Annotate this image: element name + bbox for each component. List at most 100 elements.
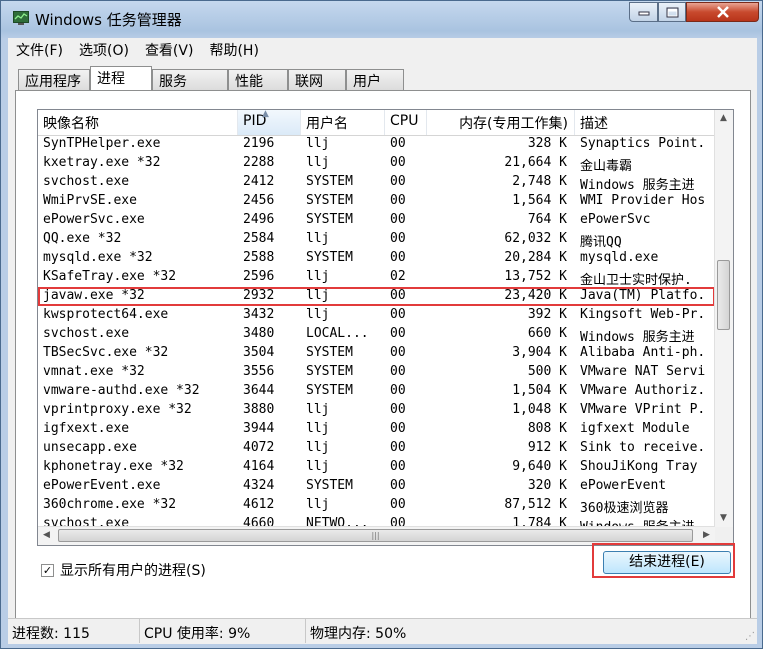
- table-row[interactable]: unsecapp.exe 4072 llj 00 912 K Sink to receiv…: [38, 439, 715, 458]
- process-description: Java(TM) Platfo.: [580, 288, 706, 303]
- tab-processes[interactable]: 进程: [90, 66, 152, 90]
- scroll-left-icon[interactable]: ◀: [38, 527, 55, 544]
- process-name: WmiPrvSE.exe: [43, 193, 137, 208]
- table-row[interactable]: vmnat.exe *32 3556 SYSTEM 00 500 K VMware NAT…: [38, 363, 715, 382]
- process-cpu: 00: [390, 212, 406, 227]
- menu-bar: 文件(F) 选项(O) 查看(V) 帮助(H): [8, 38, 757, 60]
- maximize-button[interactable]: [658, 2, 686, 22]
- process-user: SYSTEM: [306, 345, 353, 360]
- process-cpu: 00: [390, 193, 406, 208]
- table-row[interactable]: 360chrome.exe *32 4612 llj 00 87,512 K 360极速浏…: [38, 496, 715, 515]
- tab-applications[interactable]: 应用程序: [18, 69, 90, 90]
- resize-grip-icon[interactable]: ⋰: [745, 631, 755, 642]
- vertical-scroll-thumb[interactable]: [717, 260, 730, 330]
- process-pid: 2588: [243, 250, 275, 265]
- process-user: SYSTEM: [306, 174, 353, 189]
- process-cpu: 00: [390, 136, 406, 151]
- process-user: llj: [306, 307, 330, 322]
- process-name: kphonetray.exe *32: [43, 459, 184, 474]
- column-memory[interactable]: 内存(专用工作集): [427, 110, 575, 135]
- process-user: llj: [306, 269, 330, 284]
- tab-networking[interactable]: 联网: [288, 69, 346, 90]
- process-cpu: 00: [390, 497, 406, 512]
- process-pid: 2596: [243, 269, 275, 284]
- close-button[interactable]: [686, 2, 759, 22]
- column-image-name[interactable]: 映像名称: [38, 110, 238, 135]
- process-list[interactable]: 映像名称 ▲ PID 用户名 CPU 内存(专用工作集) 描述 SynTPHelp…: [37, 109, 734, 546]
- process-pid: 3556: [243, 364, 275, 379]
- task-manager-window: Windows 任务管理器 文件(F) 选项(O) 查看(V) 帮助(H) 应用…: [0, 0, 763, 649]
- process-cpu: 00: [390, 402, 406, 417]
- tab-services[interactable]: 服务: [152, 69, 228, 90]
- scroll-right-icon[interactable]: ▶: [698, 527, 715, 544]
- tab-performance[interactable]: 性能: [228, 69, 288, 90]
- table-row[interactable]: SynTPHelper.exe 2196 llj 00 328 K Synaptics P…: [38, 135, 715, 154]
- table-row[interactable]: ePowerEvent.exe 4324 SYSTEM 00 320 K ePowerEv…: [38, 477, 715, 496]
- table-row[interactable]: svchost.exe 2412 SYSTEM 00 2,748 K Windows 服务…: [38, 173, 715, 192]
- minimize-button[interactable]: [629, 2, 658, 22]
- table-row[interactable]: WmiPrvSE.exe 2456 SYSTEM 00 1,564 K WMI Provi…: [38, 192, 715, 211]
- table-row[interactable]: KSafeTray.exe *32 2596 llj 02 13,752 K 金山卫士实时…: [38, 268, 715, 287]
- menu-view[interactable]: 查看(V): [137, 38, 202, 60]
- menu-file[interactable]: 文件(F): [8, 38, 71, 60]
- table-row[interactable]: svchost.exe 3480 LOCAL... 00 660 K Windows 服务…: [38, 325, 715, 344]
- process-cpu: 00: [390, 231, 406, 246]
- horizontal-scroll-thumb[interactable]: |||: [58, 529, 693, 542]
- process-memory: 392 K: [527, 307, 567, 322]
- process-rows: SynTPHelper.exe 2196 llj 00 328 K Synaptics P…: [38, 135, 715, 534]
- table-row[interactable]: kxetray.exe *32 2288 llj 00 21,664 K 金山毒霸: [38, 154, 715, 173]
- show-all-users-checkbox[interactable]: ✓: [41, 563, 54, 577]
- column-pid[interactable]: ▲ PID: [238, 110, 301, 135]
- menu-options[interactable]: 选项(O): [71, 38, 137, 60]
- process-description: Windows 服务主进: [580, 330, 695, 344]
- process-memory: 764 K: [527, 212, 567, 227]
- table-row-selected[interactable]: javaw.exe *32 2932 llj 00 23,420 K Java(TM) P…: [38, 287, 715, 306]
- table-row[interactable]: igfxext.exe 3944 llj 00 808 K igfxext Module: [38, 420, 715, 439]
- process-user: llj: [306, 421, 330, 436]
- process-cpu: 00: [390, 155, 406, 170]
- process-description: ShouJiKong Tray: [580, 459, 698, 474]
- tab-users[interactable]: 用户: [346, 69, 404, 90]
- process-cpu: 00: [390, 440, 406, 455]
- scroll-up-icon[interactable]: ▲: [715, 110, 732, 127]
- process-name: KSafeTray.exe *32: [43, 269, 177, 284]
- table-row[interactable]: mysqld.exe *32 2588 SYSTEM 00 20,284 K mysqld…: [38, 249, 715, 268]
- end-process-button[interactable]: 结束进程(E): [603, 551, 731, 574]
- process-user: SYSTEM: [306, 193, 353, 208]
- process-pid: 2412: [243, 174, 275, 189]
- table-row[interactable]: ePowerSvc.exe 2496 SYSTEM 00 764 K ePowerSvc: [38, 211, 715, 230]
- process-pid: 3480: [243, 326, 275, 341]
- process-memory: 9,640 K: [512, 459, 567, 474]
- process-pid: 2288: [243, 155, 275, 170]
- process-description: Windows 服务主进: [580, 178, 695, 192]
- title-bar[interactable]: Windows 任务管理器: [1, 1, 762, 37]
- process-pid: 3432: [243, 307, 275, 322]
- process-name: vmware-authd.exe *32: [43, 383, 200, 398]
- process-pid: 4072: [243, 440, 275, 455]
- process-user: llj: [306, 459, 330, 474]
- window-title: Windows 任务管理器: [35, 11, 182, 29]
- column-user[interactable]: 用户名: [301, 110, 385, 135]
- table-row[interactable]: QQ.exe *32 2584 llj 00 62,032 K 腾讯QQ: [38, 230, 715, 249]
- column-description[interactable]: 描述: [575, 110, 715, 135]
- process-pid: 4164: [243, 459, 275, 474]
- show-all-users-option[interactable]: ✓ 显示所有用户的进程(S): [41, 560, 206, 580]
- table-row[interactable]: kwsprotect64.exe 3432 llj 00 392 K Kingsoft W…: [38, 306, 715, 325]
- process-name: 360chrome.exe *32: [43, 497, 177, 512]
- process-memory: 328 K: [527, 136, 567, 151]
- table-row[interactable]: vmware-authd.exe *32 3644 SYSTEM 00 1,504 K V…: [38, 382, 715, 401]
- process-user: SYSTEM: [306, 212, 353, 227]
- close-icon: [716, 6, 729, 18]
- process-description: Kingsoft Web-Pr.: [580, 307, 706, 322]
- process-cpu: 00: [390, 307, 406, 322]
- table-row[interactable]: TBSecSvc.exe *32 3504 SYSTEM 00 3,904 K Aliba…: [38, 344, 715, 363]
- menu-help[interactable]: 帮助(H): [201, 38, 266, 60]
- column-cpu[interactable]: CPU: [385, 110, 427, 135]
- scroll-down-icon[interactable]: ▼: [715, 510, 732, 527]
- process-name: igfxext.exe: [43, 421, 130, 436]
- table-row[interactable]: kphonetray.exe *32 4164 llj 00 9,640 K ShouJi…: [38, 458, 715, 477]
- vertical-scrollbar[interactable]: ▲ ▼: [714, 110, 733, 527]
- table-row[interactable]: vprintproxy.exe *32 3880 llj 00 1,048 K VMwar…: [38, 401, 715, 420]
- process-cpu: 00: [390, 250, 406, 265]
- task-manager-icon: [13, 11, 29, 25]
